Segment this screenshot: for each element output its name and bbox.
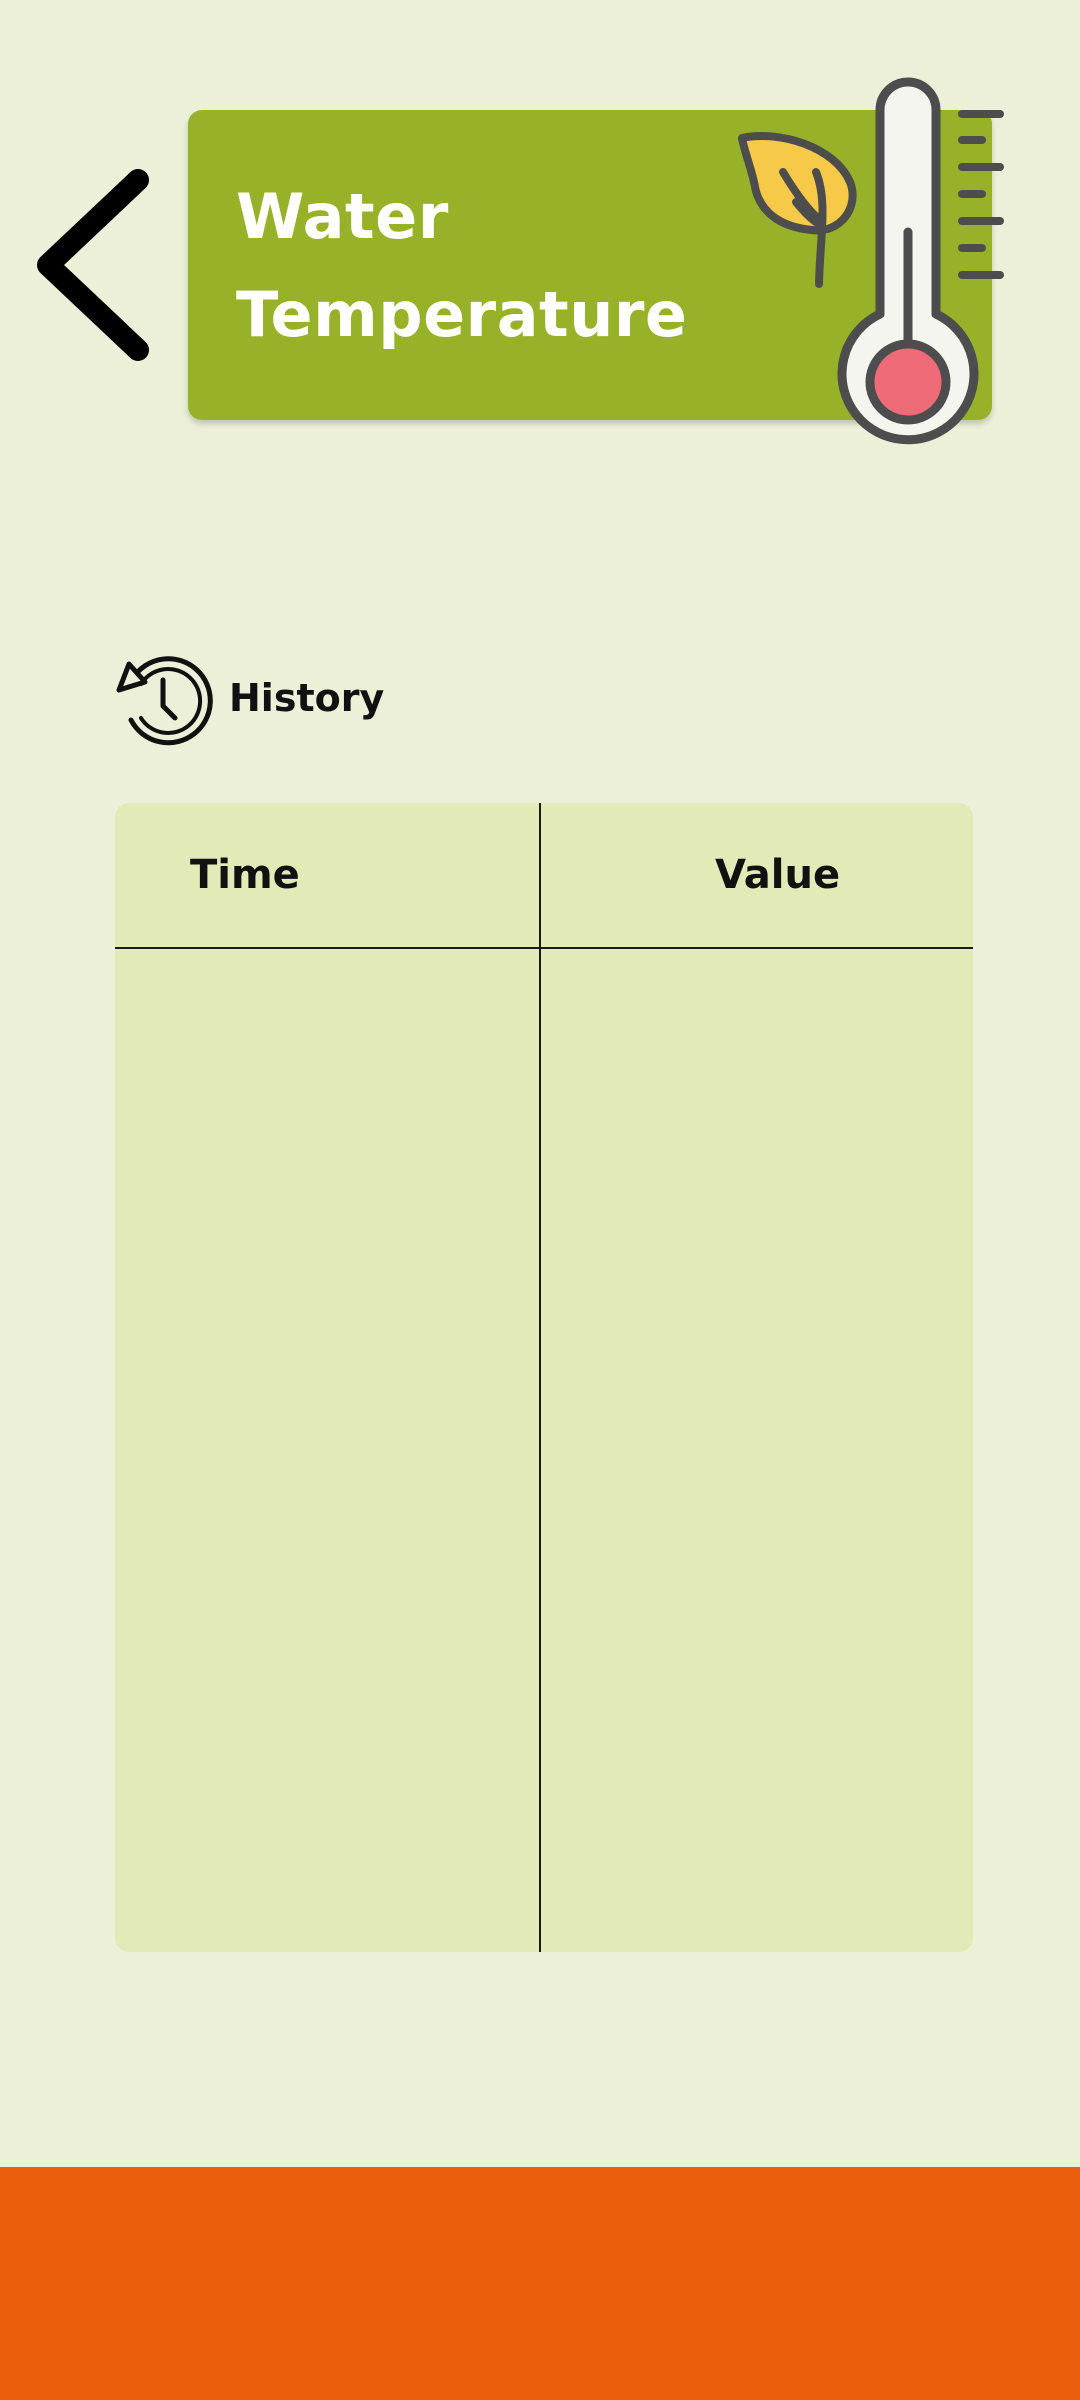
thermometer-leaf-icon xyxy=(738,77,1004,445)
history-table: Time Value xyxy=(115,803,973,1952)
page-title: Water Temperature xyxy=(236,168,796,364)
history-label: History xyxy=(229,676,385,720)
page-title-line-1: Water xyxy=(236,180,449,253)
column-header-time: Time xyxy=(190,852,300,898)
bottom-bar xyxy=(0,2167,1080,2400)
column-header-value: Value xyxy=(715,852,841,898)
history-icon xyxy=(116,656,213,746)
history-header: History xyxy=(113,648,384,748)
table-body xyxy=(115,949,973,1952)
back-chevron-icon[interactable] xyxy=(30,160,160,370)
page-title-line-2: Temperature xyxy=(236,278,688,351)
